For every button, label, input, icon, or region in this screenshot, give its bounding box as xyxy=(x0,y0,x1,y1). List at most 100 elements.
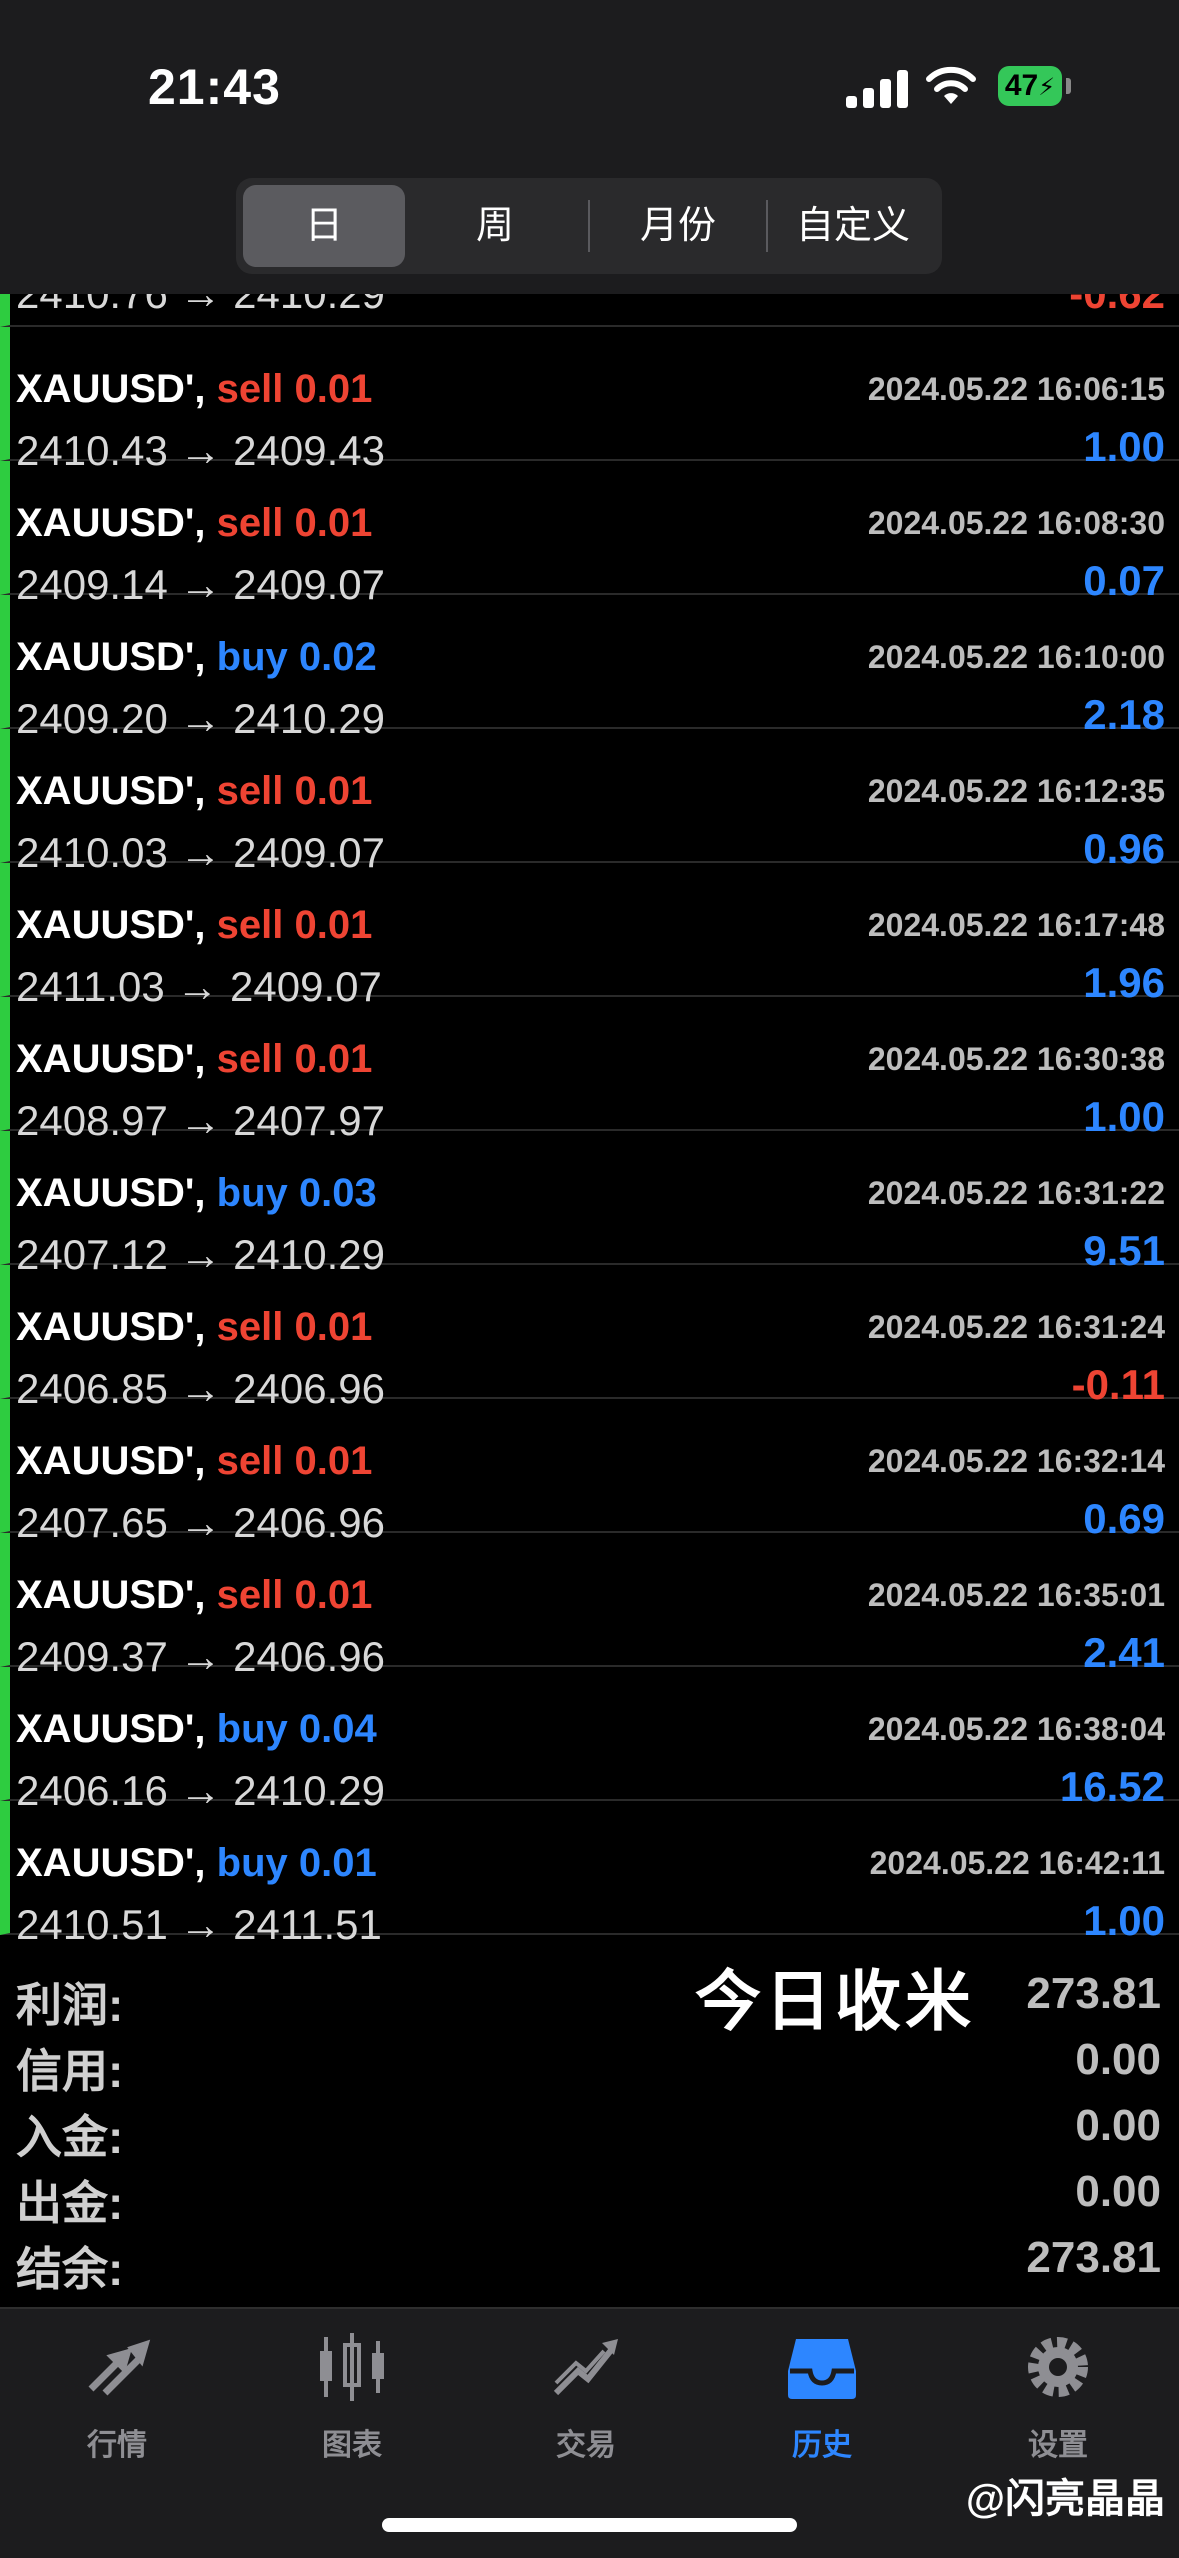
trade-symbol: XAUUSD', sell 0.01 xyxy=(16,1573,372,1618)
summary-label: 入金: xyxy=(16,2111,124,2163)
trade-lots: 0.01 xyxy=(294,903,373,947)
trade-symbol: XAUUSD', buy 0.02 xyxy=(16,635,377,680)
tab-trade[interactable]: 交易 xyxy=(496,2327,676,2464)
status-time: 21:43 xyxy=(148,59,281,115)
summary-label: 出金: xyxy=(16,2177,124,2229)
table-row[interactable]: XAUUSD', buy 0.02 2024.05.22 16:10:00 2409… xyxy=(0,595,1179,742)
trade-time: 2024.05.22 16:31:22 xyxy=(867,1175,1165,1211)
trade-lots: 0.01 xyxy=(294,1305,373,1349)
summary-label: 利润: xyxy=(16,1979,124,2031)
table-row[interactable]: XAUUSD', sell 0.01 2024.05.22 16:12:35 241… xyxy=(0,729,1179,876)
symbol-name: XAUUSD', xyxy=(16,367,206,411)
trade-time: 2024.05.22 16:06:15 xyxy=(867,371,1165,407)
trade-side: sell xyxy=(216,1037,284,1081)
battery-level: 47 xyxy=(1004,69,1039,102)
trade-time: 2024.05.22 16:17:48 xyxy=(867,907,1165,943)
tab-label: 设置 xyxy=(1028,2429,1088,2462)
tab-history[interactable]: 历史 xyxy=(732,2327,912,2464)
trade-lots: 0.01 xyxy=(294,1573,373,1617)
trade-symbol: XAUUSD', sell 0.01 xyxy=(16,367,372,412)
segment-month[interactable]: 月份 xyxy=(592,185,764,267)
trade-symbol: XAUUSD', sell 0.01 xyxy=(16,501,372,546)
trade-side: sell xyxy=(216,501,284,545)
battery-nub xyxy=(1066,78,1071,94)
summary-label: 信用: xyxy=(16,2045,124,2097)
period-segmented-control: 日 周 月份 自定义 xyxy=(236,178,942,274)
trade-symbol: XAUUSD', sell 0.01 xyxy=(16,1439,372,1484)
segment-divider xyxy=(588,200,590,252)
history-inbox-icon xyxy=(788,2339,856,2399)
trade-lots: 0.03 xyxy=(298,1171,377,1215)
trade-symbol: XAUUSD', buy 0.03 xyxy=(16,1171,377,1216)
table-row[interactable]: XAUUSD', buy 0.01 2024.05.22 16:42:11 2410… xyxy=(0,1801,1179,1947)
trade-side: buy xyxy=(216,1841,288,1885)
trade-time: 2024.05.22 16:38:04 xyxy=(867,1711,1165,1747)
trade-symbol: XAUUSD', buy 0.01 xyxy=(16,1841,377,1886)
symbol-name: XAUUSD', xyxy=(16,501,206,545)
table-row[interactable]: XAUUSD', sell 0.01 2024.05.22 16:17:48 241… xyxy=(0,863,1179,1010)
trade-prices: 2410.51 → 2411.51 xyxy=(16,1901,382,1947)
tab-quotes[interactable]: 行情 xyxy=(27,2327,207,2464)
symbol-name: XAUUSD', xyxy=(16,1305,206,1349)
candlestick-chart-icon xyxy=(320,2333,384,2401)
charging-bolt-icon: ⚡ xyxy=(1038,74,1056,101)
trade-time: 2024.05.22 16:12:35 xyxy=(867,773,1165,809)
trade-time: 2024.05.22 16:42:11 xyxy=(869,1845,1165,1881)
segment-day[interactable]: 日 xyxy=(243,185,405,267)
summary-value: 0.00 xyxy=(1075,2035,1161,2084)
segment-week[interactable]: 周 xyxy=(414,185,576,267)
tab-label: 历史 xyxy=(792,2429,852,2462)
segment-custom[interactable]: 自定义 xyxy=(770,185,936,267)
table-row[interactable]: XAUUSD', sell 0.01 2024.05.22 16:35:01 240… xyxy=(0,1533,1179,1680)
quotes-arrows-icon xyxy=(88,2339,151,2396)
symbol-name: XAUUSD', xyxy=(16,1439,206,1483)
trade-lots: 0.01 xyxy=(294,501,373,545)
trade-profit: 1.00 xyxy=(1083,1897,1165,1944)
home-indicator[interactable] xyxy=(382,2518,797,2532)
symbol-name: XAUUSD', xyxy=(16,1171,206,1215)
table-row[interactable]: XAUUSD', sell 0.01 2024.05.22 16:31:24 240… xyxy=(0,1265,1179,1412)
trade-prices: 2410.76 → 2410.29 xyxy=(16,294,385,318)
trade-side: sell xyxy=(216,367,284,411)
symbol-name: XAUUSD', xyxy=(16,1841,206,1885)
summary-row-deposit: 入金: 0.00 xyxy=(0,2101,1179,2167)
trade-time: 2024.05.22 16:35:01 xyxy=(867,1577,1165,1613)
trade-time: 2024.05.22 16:08:30 xyxy=(867,505,1165,541)
summary-label: 结余: xyxy=(16,2243,124,2295)
table-row[interactable]: XAUUSD', sell 0.01 2024.05.22 16:08:30 240… xyxy=(0,461,1179,608)
table-row[interactable]: XAUUSD', sell 0.01 2024.05.22 16:30:38 240… xyxy=(0,997,1179,1144)
trade-symbol: XAUUSD', sell 0.01 xyxy=(16,1037,372,1082)
tab-chart[interactable]: 图表 xyxy=(262,2327,442,2464)
summary-value: 0.00 xyxy=(1075,2167,1161,2216)
trade-time: 2024.05.22 16:30:38 xyxy=(867,1041,1165,1077)
symbol-name: XAUUSD', xyxy=(16,903,206,947)
trade-lots: 0.01 xyxy=(294,769,373,813)
summary-row-balance: 结余: 273.81 xyxy=(0,2233,1179,2299)
trade-history-list[interactable]: 2410.76 → 2410.29 -0.62 XAUUSD', sell 0.… xyxy=(0,294,1179,1947)
trade-profit: -0.62 xyxy=(1069,294,1165,318)
account-summary: 利润: 273.81 信用: 0.00 入金: 0.00 出金: 0.00 结余… xyxy=(0,1947,1179,2307)
table-row[interactable]: 2410.76 → 2410.29 -0.62 xyxy=(0,294,1179,327)
summary-row-withdrawal: 出金: 0.00 xyxy=(0,2167,1179,2233)
gear-icon xyxy=(1028,2337,1088,2397)
trade-side: buy xyxy=(216,1171,288,1215)
watermark: @闪亮晶晶 xyxy=(965,2477,1165,2521)
table-row[interactable]: XAUUSD', sell 0.01 2024.05.22 16:06:15 241… xyxy=(0,327,1179,474)
trade-time: 2024.05.22 16:10:00 xyxy=(867,639,1165,675)
tab-settings[interactable]: 设置 xyxy=(968,2327,1148,2464)
summary-value: 273.81 xyxy=(1026,2233,1161,2282)
tab-label: 图表 xyxy=(322,2429,382,2462)
trade-trend-icon xyxy=(553,2339,618,2396)
table-row[interactable]: XAUUSD', buy 0.04 2024.05.22 16:38:04 2406… xyxy=(0,1667,1179,1814)
trade-time: 2024.05.22 16:31:24 xyxy=(867,1309,1165,1345)
table-row[interactable]: XAUUSD', sell 0.01 2024.05.22 16:32:14 240… xyxy=(0,1399,1179,1546)
trade-symbol: XAUUSD', sell 0.01 xyxy=(16,769,372,814)
tab-label: 交易 xyxy=(556,2429,616,2462)
table-row[interactable]: XAUUSD', buy 0.03 2024.05.22 16:31:22 2407… xyxy=(0,1131,1179,1278)
trade-lots: 0.01 xyxy=(294,1037,373,1081)
trade-lots: 0.04 xyxy=(298,1707,377,1751)
trade-side: buy xyxy=(216,1707,288,1751)
trade-side: sell xyxy=(216,1573,284,1617)
symbol-name: XAUUSD', xyxy=(16,769,206,813)
summary-row-profit: 利润: 273.81 xyxy=(0,1969,1179,2035)
